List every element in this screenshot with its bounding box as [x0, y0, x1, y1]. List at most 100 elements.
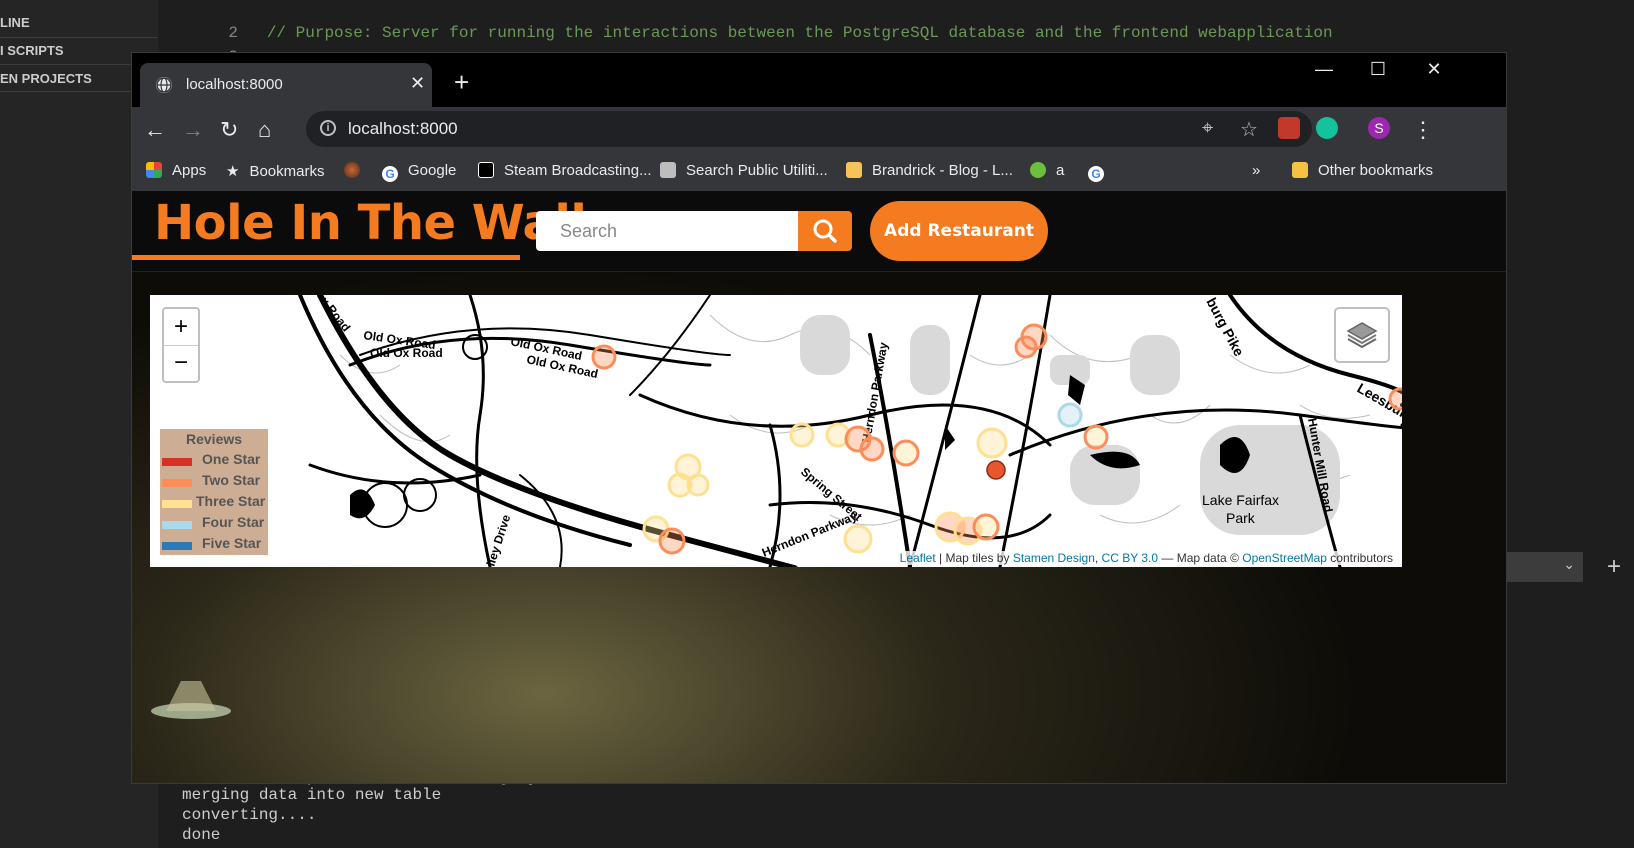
- forward-button[interactable]: →: [182, 119, 204, 141]
- terminal-controls: ⌄ +: [1505, 552, 1634, 588]
- bookmark-label: Other bookmarks: [1318, 162, 1434, 179]
- restaurant-marker[interactable]: [986, 460, 1006, 480]
- restaurant-marker[interactable]: [789, 422, 815, 448]
- home-button[interactable]: ⌂: [258, 119, 271, 141]
- other-bookmarks[interactable]: Other bookmarks: [1292, 162, 1433, 179]
- address-bar[interactable]: i localhost:8000 ⌖ ☆: [306, 111, 1312, 147]
- restaurant-marker[interactable]: [658, 527, 686, 555]
- map-attribution: Leaflet | Map tiles by Stamen Design, CC…: [896, 551, 1396, 565]
- legend-item: Two Star: [160, 470, 268, 490]
- map-tiles[interactable]: Old Ox Road Old Ox Road Old Ox Road Old …: [150, 295, 1402, 567]
- attribution-text: | Map tiles by: [935, 551, 1013, 565]
- bookmark-steam[interactable]: Steam Broadcasting...: [478, 162, 652, 179]
- bookmark-label: Steam Broadcasting...: [504, 162, 652, 179]
- restaurant-marker[interactable]: [859, 436, 885, 462]
- leaflet-link[interactable]: Leaflet: [900, 551, 936, 565]
- sidebar-section-outline[interactable]: LINE: [0, 15, 30, 30]
- apps-grid-icon: [146, 162, 162, 178]
- search-icon: [813, 219, 837, 243]
- close-window-button[interactable]: ✕: [1414, 59, 1454, 80]
- add-restaurant-button[interactable]: Add Restaurant: [870, 201, 1048, 261]
- restaurant-map[interactable]: Old Ox Road Old Ox Road Old Ox Road Old …: [150, 295, 1402, 567]
- restaurant-marker[interactable]: [591, 344, 617, 370]
- restaurant-marker[interactable]: [843, 524, 873, 554]
- url-text[interactable]: localhost:8000: [348, 119, 458, 139]
- attribution-text: ,: [1094, 551, 1102, 565]
- menu-kebab-icon[interactable]: ⋮: [1412, 119, 1434, 141]
- legend-swatch: [162, 458, 192, 466]
- bookmark-utilities[interactable]: Search Public Utiliti...: [660, 162, 828, 179]
- pdf-extension-icon[interactable]: [1278, 117, 1300, 139]
- browser-tab[interactable]: localhost:8000 ✕: [140, 63, 432, 107]
- building-icon: [660, 162, 676, 178]
- restaurant-marker[interactable]: [976, 427, 1008, 459]
- bookmark-google[interactable]: G Google: [382, 162, 456, 182]
- sidebar-section-maven-projects[interactable]: EN PROJECTS: [0, 71, 92, 86]
- search-button[interactable]: [798, 211, 852, 251]
- legend-item: One Star: [160, 449, 268, 469]
- road-label: Lake Fairfax: [1202, 492, 1279, 508]
- maximize-button[interactable]: ☐: [1358, 59, 1398, 80]
- legend-label: Four Star: [202, 514, 265, 530]
- more-bookmarks-button[interactable]: »: [1252, 162, 1260, 179]
- search-input[interactable]: [536, 211, 798, 251]
- zoom-out-button[interactable]: −: [164, 345, 198, 381]
- restaurant-marker[interactable]: [972, 513, 1000, 541]
- cc-license-link[interactable]: CC BY 3.0: [1102, 551, 1158, 565]
- code-line[interactable]: 2 // Purpose: Server for running the int…: [190, 6, 1333, 60]
- bookmark-label: Bookmarks: [249, 163, 325, 180]
- legend-label: Two Star: [202, 472, 261, 488]
- location-icon[interactable]: ⌖: [1202, 117, 1213, 140]
- bookmark-bookmarks[interactable]: ★ Bookmarks: [226, 162, 324, 180]
- webpage: Hole In The Wall Add Restaurant: [132, 191, 1506, 783]
- bookmark-blog[interactable]: Brandrick - Blog - L...: [846, 162, 1013, 179]
- profile-avatar[interactable]: S: [1368, 117, 1390, 139]
- browser-toolbar: ← → ↻ ⌂ i localhost:8000 ⌖ ☆ S ⋮: [132, 107, 1506, 153]
- osm-link[interactable]: OpenStreetMap: [1242, 551, 1327, 565]
- new-tab-button[interactable]: +: [454, 67, 469, 98]
- restaurant-marker[interactable]: [1014, 335, 1038, 359]
- gear-icon: [1030, 162, 1046, 178]
- info-icon[interactable]: i: [320, 120, 336, 136]
- restaurant-marker[interactable]: [1057, 402, 1083, 428]
- bookmark-star-icon[interactable]: ☆: [1240, 117, 1258, 142]
- back-button[interactable]: ←: [144, 119, 166, 141]
- stamen-link[interactable]: Stamen Design: [1013, 551, 1095, 565]
- bookmark-planet[interactable]: [344, 162, 370, 179]
- legend-swatch: [162, 521, 192, 529]
- zoom-in-button[interactable]: +: [164, 309, 198, 345]
- minimize-button[interactable]: —: [1304, 59, 1344, 80]
- restaurant-marker[interactable]: [1083, 424, 1109, 450]
- layers-control[interactable]: [1334, 307, 1390, 363]
- legend-item: Three Star: [160, 491, 268, 511]
- restaurant-marker[interactable]: [1388, 387, 1402, 411]
- globe-icon: [156, 77, 172, 93]
- legend-label: Five Star: [202, 535, 262, 551]
- restaurant-marker[interactable]: [686, 473, 710, 497]
- restaurant-marker[interactable]: [892, 439, 920, 467]
- bookmark-a[interactable]: a: [1030, 162, 1064, 179]
- star-icon: ★: [226, 163, 240, 180]
- code-comment: // Purpose: Server for running the inter…: [266, 24, 1333, 42]
- road-label: burg Pike: [1203, 295, 1247, 359]
- legend-item: Four Star: [160, 512, 268, 532]
- sidebar-section-npm-scripts[interactable]: I SCRIPTS: [0, 43, 64, 58]
- terminal-select[interactable]: ⌄: [1505, 552, 1583, 582]
- new-terminal-button[interactable]: +: [1607, 552, 1621, 582]
- reload-button[interactable]: ↻: [220, 119, 238, 141]
- close-tab-icon[interactable]: ✕: [410, 73, 425, 94]
- planet-icon: [344, 162, 360, 178]
- google-icon: G: [382, 166, 398, 182]
- site-navbar: Hole In The Wall Add Restaurant: [132, 191, 1506, 272]
- legend-swatch: [162, 500, 192, 508]
- grammarly-extension-icon[interactable]: [1316, 117, 1338, 139]
- map-legend: Reviews One Star Two Star Three Star Fou…: [160, 429, 268, 555]
- bookmark-google-2[interactable]: G: [1088, 162, 1114, 182]
- bookmark-label: Apps: [172, 162, 207, 179]
- browser-window: localhost:8000 ✕ + — ☐ ✕ ← → ↻ ⌂ i local…: [132, 53, 1506, 783]
- legend-item: Five Star: [160, 533, 268, 553]
- attribution-text: contributors: [1326, 551, 1393, 565]
- bookmark-apps[interactable]: Apps: [146, 162, 206, 179]
- bookmarks-bar: Apps ★ Bookmarks G Google Steam Broadcasti…: [132, 153, 1506, 192]
- site-brand[interactable]: Hole In The Wall: [154, 195, 587, 251]
